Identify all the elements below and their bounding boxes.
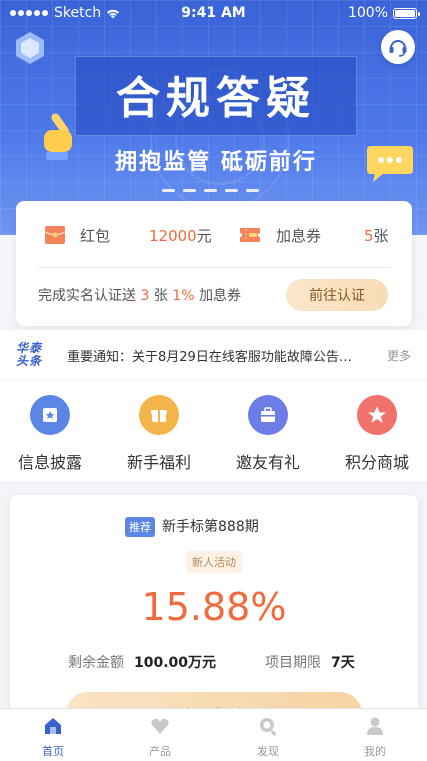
verify-promo-text: 完成实名认证送 3 张 1% 加息券 (38, 285, 241, 305)
product-name: 新手标第888期 (162, 519, 259, 535)
quick-menu: 信息披露 新手福利 邀友有礼 积分商城 (0, 381, 427, 481)
headset-icon (389, 40, 407, 57)
verify-prefix: 完成实名认证送 (38, 288, 136, 304)
headline-logo: 华泰 头条 (16, 342, 46, 368)
newbie-activity-badge: 新人活动 (186, 551, 242, 573)
red-packet-label: 红包 (80, 226, 111, 245)
red-packet-unit: 元 (196, 226, 212, 245)
verify-suffix: 加息券 (198, 288, 241, 304)
home-icon (42, 715, 64, 737)
coupon-icon (240, 228, 260, 242)
recommend-tag: 推荐 (125, 517, 155, 537)
headline-logo-line2: 头条 (16, 354, 43, 368)
banner-subtitle: 拥抱监管 砥砺前行 (115, 150, 317, 175)
quick-invite-gift[interactable]: 邀友有礼 (218, 395, 318, 473)
divider (38, 267, 390, 268)
points-mall-icon (357, 395, 397, 435)
bonus-card: 红包 12000元 加息券 5张 完成实名认证送 3 张 1% 加息券 前往认证 (16, 201, 412, 326)
quick-label: 邀友有礼 (235, 453, 300, 472)
newbie-gift-icon (139, 395, 179, 435)
notice-text[interactable]: 重要通知：关于8月29日在线客服功能故障公告… (67, 346, 372, 365)
tab-label: 发现 (257, 745, 279, 758)
tab-profile[interactable]: 我的 (345, 715, 405, 759)
banner-title: 合规答疑 (116, 73, 316, 124)
chat-bubble-icon (367, 146, 413, 182)
quick-label: 新手福利 (126, 453, 191, 472)
profile-icon (364, 715, 386, 737)
notice-bar[interactable]: 华泰 头条 重要通知：关于8月29日在线客服功能故障公告… 更多 (0, 330, 427, 380)
tab-home[interactable]: 首页 (23, 715, 83, 759)
verify-unit: 张 (153, 288, 168, 304)
term-label: 项目期限 (265, 655, 321, 671)
coupon-label: 加息券 (276, 226, 322, 245)
customer-service-button[interactable] (381, 30, 415, 64)
product-card[interactable]: 推荐 新手标第888期 新人活动 15.88% 剩余金额 100.00万元 项目期… (10, 495, 418, 736)
term-value: 7天 (331, 655, 355, 671)
banner-pagination (162, 189, 259, 192)
hero-banner[interactable]: Sketch 9:41 AM 100% 合规答疑 拥抱监管 砥砺前行 (0, 0, 427, 235)
quick-newbie-gift[interactable]: 新手福利 (109, 395, 209, 473)
tab-discover[interactable]: 发现 (238, 715, 298, 759)
battery-percent: 100% (347, 5, 388, 21)
shield-decor-icon (16, 32, 44, 64)
coupon-row[interactable]: 加息券 5张 (238, 223, 389, 247)
signal-icon (10, 10, 48, 16)
verify-rate: 1% (172, 288, 195, 304)
coupon-count: 5 (364, 226, 374, 245)
quick-info-disclosure[interactable]: 信息披露 (0, 395, 100, 473)
invite-gift-icon (248, 395, 288, 435)
annual-rate: 15.88% (141, 585, 287, 629)
remaining-value: 100.00万元 (134, 655, 217, 671)
coupon-unit: 张 (373, 226, 389, 245)
tab-label: 首页 (42, 745, 64, 758)
wifi-icon (107, 9, 120, 18)
quick-label: 信息披露 (17, 453, 82, 472)
remaining-amount: 剩余金额 100.00万元 (68, 652, 216, 672)
battery-icon (393, 7, 420, 19)
status-bar: Sketch 9:41 AM 100% (0, 0, 427, 26)
info-disclosure-icon (30, 395, 70, 435)
go-verify-button[interactable]: 前往认证 (286, 279, 388, 311)
remaining-label: 剩余金额 (68, 655, 124, 671)
notice-more-link[interactable]: 更多 (387, 347, 411, 364)
tab-label: 产品 (149, 745, 171, 758)
product-icon (149, 715, 171, 737)
tab-product[interactable]: 产品 (130, 715, 190, 759)
verify-count: 3 (140, 288, 150, 304)
quick-points-mall[interactable]: 积分商城 (327, 395, 427, 473)
pointing-hand-icon (44, 113, 72, 160)
tab-label: 我的 (364, 745, 386, 758)
carrier-name: Sketch (54, 5, 102, 21)
project-term: 项目期限 7天 (265, 652, 355, 672)
clock: 9:41 AM (181, 5, 246, 21)
red-packet-amount: 12000 (149, 226, 197, 245)
red-packet-icon (44, 226, 66, 244)
tab-bar: 首页 产品 发现 我的 (0, 708, 427, 761)
quick-label: 积分商城 (344, 453, 409, 472)
discover-icon (257, 715, 279, 737)
red-packet-row[interactable]: 红包 12000元 (44, 223, 212, 247)
